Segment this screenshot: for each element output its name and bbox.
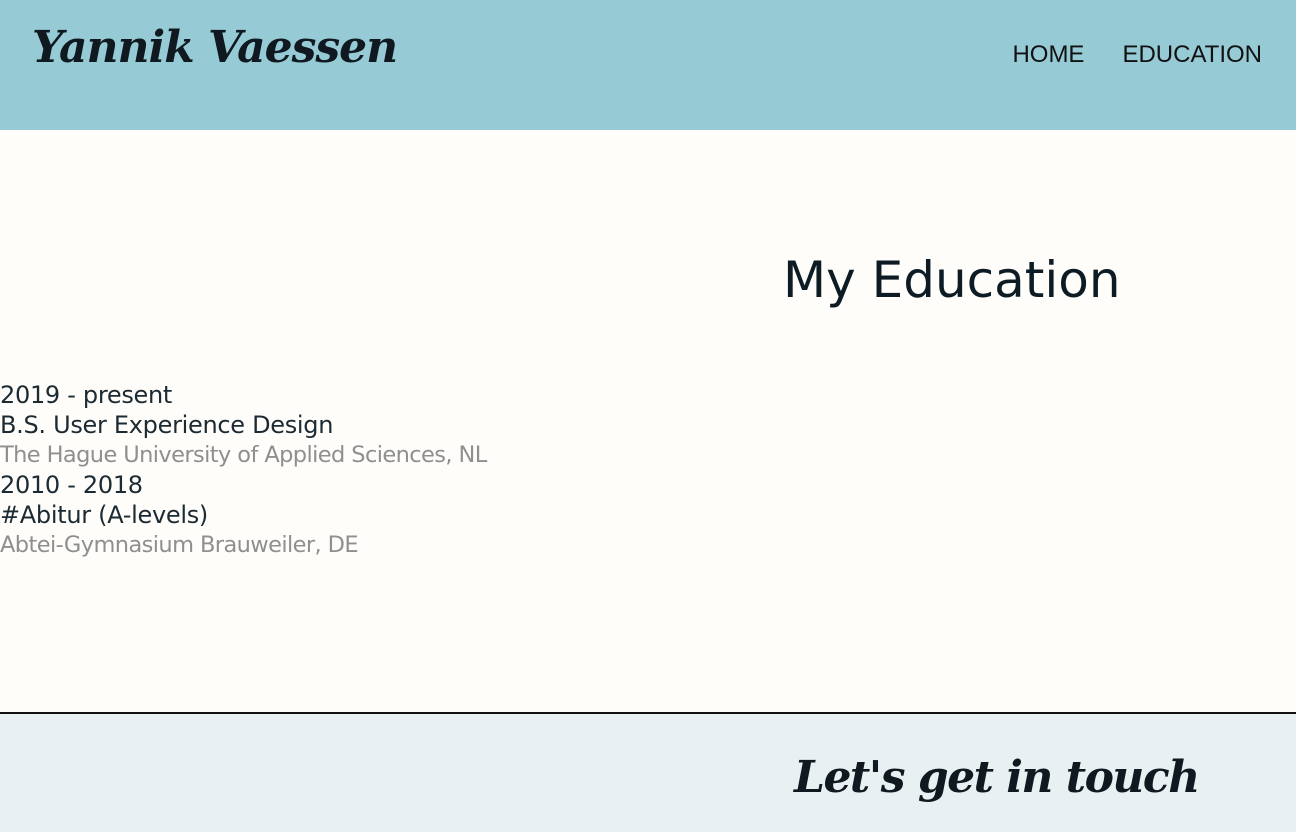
contact-section: Let's get in touch bbox=[0, 714, 1296, 832]
education-institution: The Hague University of Applied Sciences… bbox=[0, 442, 487, 468]
education-institution: Abtei-Gymnasium Brauweiler, DE bbox=[0, 532, 359, 558]
nav-link-home[interactable]: HOME bbox=[1012, 41, 1084, 69]
education-section: My Education 2019 - present B.S. User Ex… bbox=[0, 130, 1296, 713]
main-nav: HOME EDUCATION bbox=[1012, 41, 1262, 69]
education-degree: #Abitur (A-levels) bbox=[0, 501, 208, 529]
site-header: Yannik Vaessen HOME EDUCATION bbox=[0, 0, 1296, 130]
education-entry: 2010 - 2018 #Abitur (A-levels) Abtei-Gym… bbox=[0, 470, 487, 560]
page-title: My Education bbox=[783, 251, 1121, 309]
education-list: 2019 - present B.S. User Experience Desi… bbox=[0, 380, 487, 560]
education-period: 2019 - present bbox=[0, 381, 173, 409]
education-degree: B.S. User Experience Design bbox=[0, 411, 334, 439]
contact-title: Let's get in touch bbox=[794, 752, 1200, 803]
education-period: 2010 - 2018 bbox=[0, 471, 143, 499]
education-entry: 2019 - present B.S. User Experience Desi… bbox=[0, 380, 487, 470]
nav-link-education[interactable]: EDUCATION bbox=[1122, 41, 1262, 69]
site-logo[interactable]: Yannik Vaessen bbox=[32, 22, 398, 73]
